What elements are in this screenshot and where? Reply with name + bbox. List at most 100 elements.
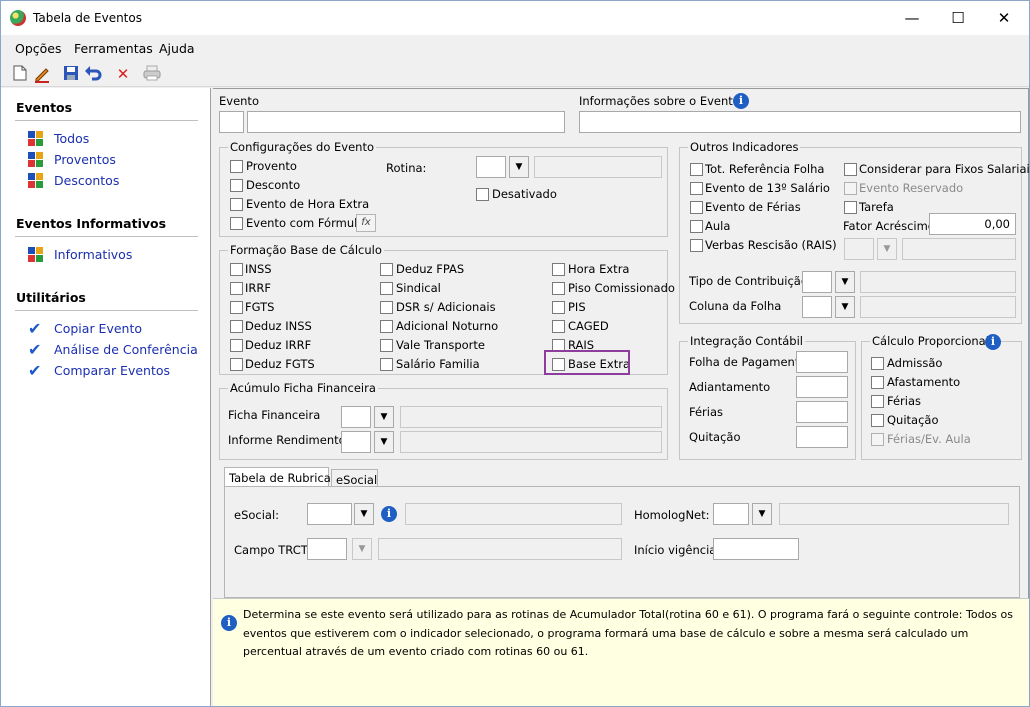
tipo-contribuicao-dropdown-button[interactable]: ▼: [835, 271, 855, 293]
minimize-button[interactable]: —: [889, 1, 935, 35]
print-icon[interactable]: [143, 65, 161, 83]
menu-opcoes[interactable]: Opções: [15, 41, 62, 56]
sidebar-item-comparar-eventos[interactable]: Comparar Eventos: [54, 363, 170, 378]
checkmark-icon: ✔: [28, 319, 42, 338]
sidebar-item-analise-conferencia[interactable]: Análise de Conferência: [54, 342, 198, 357]
undo-icon[interactable]: [84, 65, 102, 83]
delete-icon[interactable]: ✕: [114, 65, 132, 83]
folha-pagamento-label: Folha de Pagamento: [689, 355, 807, 369]
aula-checkbox[interactable]: [690, 220, 703, 233]
ferias-proporcional-checkbox[interactable]: [871, 395, 884, 408]
coluna-folha-description: [860, 296, 1016, 318]
campo-trct-input[interactable]: [307, 538, 347, 560]
sidebar-item-todos[interactable]: Todos: [54, 131, 89, 146]
salario-familia-checkbox[interactable]: [380, 358, 393, 371]
deduz-irrf-checkbox[interactable]: [230, 339, 243, 352]
evento-ferias-checkbox[interactable]: [690, 201, 703, 214]
tipo-contribuicao-input[interactable]: [802, 271, 832, 293]
edit-icon[interactable]: [33, 65, 51, 83]
toolbar: ✕: [1, 61, 1029, 87]
ferias-contabil-input[interactable]: [796, 401, 848, 423]
info-evento-input[interactable]: [579, 111, 1021, 133]
menu-ajuda[interactable]: Ajuda: [159, 41, 195, 56]
informe-rendimentos-input[interactable]: [341, 431, 371, 453]
ficha-financeira-input[interactable]: [341, 406, 371, 428]
coluna-folha-dropdown-button[interactable]: ▼: [835, 296, 855, 318]
tarefa-checkbox[interactable]: [844, 201, 857, 214]
campo-trct-description: [378, 538, 622, 560]
info-icon[interactable]: i: [733, 93, 749, 109]
evento-name-input[interactable]: [247, 111, 565, 133]
esocial-input[interactable]: [307, 503, 352, 525]
informe-rendimentos-description: [400, 431, 662, 453]
provento-checkbox[interactable]: [230, 160, 243, 173]
homolognet-description: [779, 503, 1009, 525]
inss-checkbox[interactable]: [230, 263, 243, 276]
pis-checkbox[interactable]: [552, 301, 565, 314]
formula-fx-button[interactable]: fx: [356, 214, 376, 232]
ficha-financeira-dropdown-button[interactable]: ▼: [374, 406, 394, 428]
sidebar-item-informativos[interactable]: Informativos: [54, 247, 132, 262]
deduz-fgts-checkbox[interactable]: [230, 358, 243, 371]
homolognet-dropdown-button[interactable]: ▼: [752, 503, 772, 525]
quitacao-contabil-input[interactable]: [796, 426, 848, 448]
quitacao-proporcional-checkbox[interactable]: [871, 414, 884, 427]
formula-checkbox[interactable]: [230, 217, 243, 230]
close-button[interactable]: ✕: [981, 1, 1027, 35]
esocial-description: [405, 503, 622, 525]
adiantamento-input[interactable]: [796, 376, 848, 398]
dsr-adicionais-checkbox[interactable]: [380, 301, 393, 314]
piso-comissionado-checkbox[interactable]: [552, 282, 565, 295]
evento-code-input[interactable]: [219, 111, 244, 133]
save-icon[interactable]: [62, 65, 80, 83]
grid-icon: [28, 247, 44, 263]
tot-referencia-checkbox[interactable]: [690, 163, 703, 176]
desconto-checkbox[interactable]: [230, 179, 243, 192]
new-document-icon[interactable]: [11, 65, 29, 83]
coluna-folha-input[interactable]: [802, 296, 832, 318]
sidebar-item-descontos[interactable]: Descontos: [54, 173, 119, 188]
menu-ferramentas[interactable]: Ferramentas: [74, 41, 153, 56]
tipo-contribuicao-label: Tipo de Contribuição: [689, 274, 808, 288]
desativado-checkbox[interactable]: [476, 188, 489, 201]
inicio-vigencia-label: Início vigência:: [634, 543, 721, 557]
sidebar-item-proventos[interactable]: Proventos: [54, 152, 116, 167]
inicio-vigencia-input[interactable]: [713, 538, 799, 560]
tarefa-label: Tarefa: [859, 200, 894, 214]
fixos-salariais-checkbox[interactable]: [844, 163, 857, 176]
hora-extra-checkbox[interactable]: [230, 198, 243, 211]
afastamento-checkbox[interactable]: [871, 376, 884, 389]
info-icon[interactable]: i: [381, 506, 397, 522]
afastamento-label: Afastamento: [887, 375, 961, 389]
homolognet-input[interactable]: [713, 503, 749, 525]
informe-rendimentos-dropdown-button[interactable]: ▼: [374, 431, 394, 453]
vale-transporte-checkbox[interactable]: [380, 339, 393, 352]
verbas-rescisao-checkbox[interactable]: [690, 239, 703, 252]
info-icon[interactable]: i: [985, 334, 1001, 350]
maximize-button[interactable]: ☐: [935, 1, 981, 35]
tab-tabela-rubricas[interactable]: Tabela de Rubricas: [224, 467, 337, 487]
config-group-title: Configurações do Evento: [228, 140, 377, 154]
evento-13-checkbox[interactable]: [690, 182, 703, 195]
rotina-dropdown-button[interactable]: ▼: [509, 156, 529, 178]
adicional-noturno-checkbox[interactable]: [380, 320, 393, 333]
caged-checkbox[interactable]: [552, 320, 565, 333]
rotina-input[interactable]: [476, 156, 506, 178]
esocial-dropdown-button[interactable]: ▼: [354, 503, 374, 525]
deduz-fpas-checkbox[interactable]: [380, 263, 393, 276]
tab-esocial[interactable]: eSocial: [331, 469, 378, 487]
checkmark-icon: ✔: [28, 340, 42, 359]
fator-acrescimo-input[interactable]: 0,00: [929, 213, 1016, 235]
fgts-checkbox[interactable]: [230, 301, 243, 314]
rotina-label: Rotina:: [386, 161, 427, 175]
sidebar-item-copiar-evento[interactable]: Copiar Evento: [54, 321, 142, 336]
irrf-checkbox[interactable]: [230, 282, 243, 295]
hora-extra-base-checkbox[interactable]: [552, 263, 565, 276]
folha-pagamento-input[interactable]: [796, 351, 848, 373]
integracao-contabil-group: Integração Contábil Folha de Pagamento A…: [679, 334, 856, 460]
admissao-checkbox[interactable]: [871, 357, 884, 370]
quitacao-contabil-label: Quitação: [689, 430, 741, 444]
sindical-checkbox[interactable]: [380, 282, 393, 295]
deduz-inss-checkbox[interactable]: [230, 320, 243, 333]
form-panel: Evento Informações sobre o Evento i Conf…: [213, 88, 1029, 706]
